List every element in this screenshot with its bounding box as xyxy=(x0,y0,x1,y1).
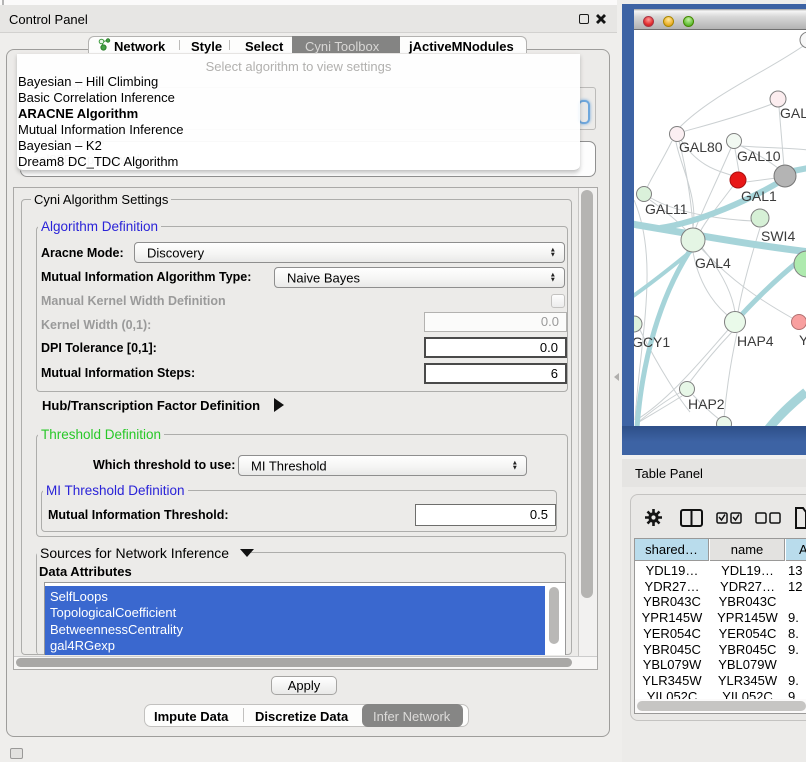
svg-text:GAL80: GAL80 xyxy=(679,139,723,155)
svg-text:HAP4: HAP4 xyxy=(737,333,774,349)
svg-text:Y: Y xyxy=(799,332,806,348)
svg-text:GCY1: GCY1 xyxy=(634,334,670,350)
svg-text:SWI4: SWI4 xyxy=(761,228,795,244)
svg-text:GAL11: GAL11 xyxy=(645,201,688,217)
svg-text:GAL4: GAL4 xyxy=(695,255,731,271)
svg-text:GAL10: GAL10 xyxy=(737,148,781,164)
svg-text:GAL2: GAL2 xyxy=(780,105,806,121)
svg-text:HAP2: HAP2 xyxy=(688,396,725,412)
svg-text:GAL1: GAL1 xyxy=(741,188,777,204)
